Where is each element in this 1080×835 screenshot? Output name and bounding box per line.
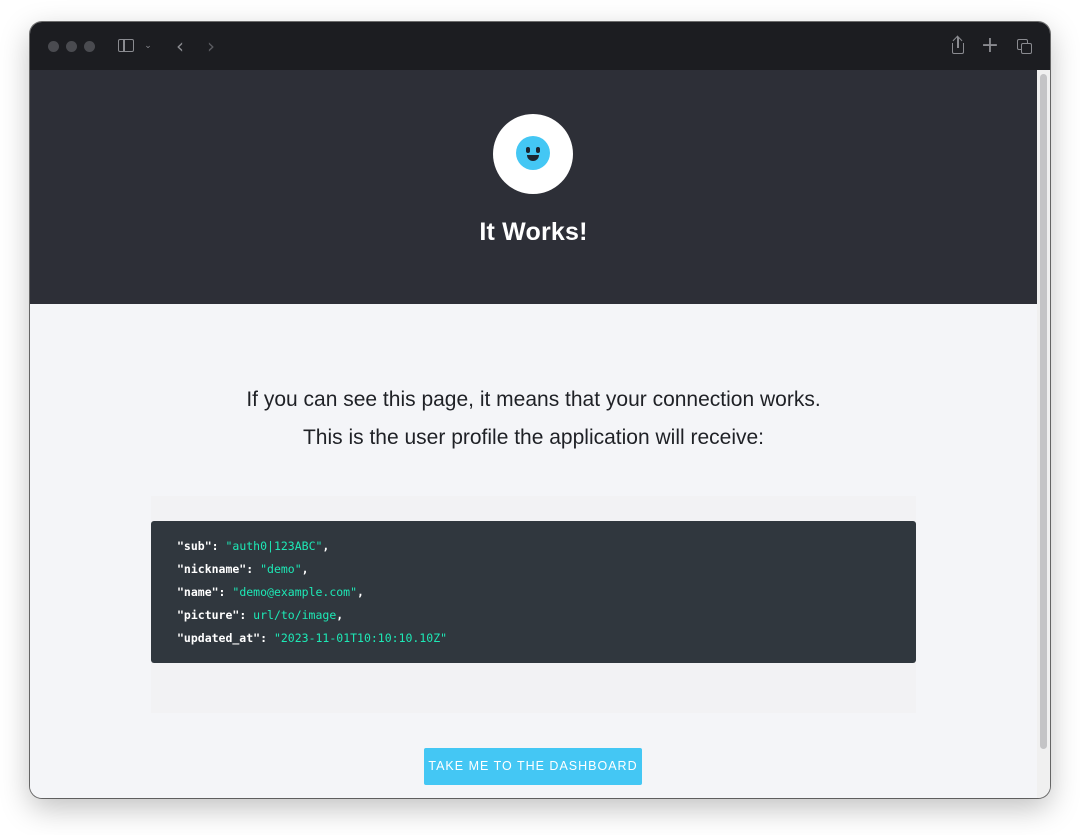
hero-header: It Works! [30,70,1037,304]
code-value: "demo@example.com" [232,585,358,599]
tabs-overview-icon[interactable] [1014,36,1034,56]
chevron-down-icon[interactable]: ⌄ [143,36,153,56]
code-key: "nickname" [177,562,247,576]
forward-icon[interactable]: › [203,36,219,56]
code-line: "picture": url/to/image, [177,608,344,622]
code-line: "updated_at": "2023-11-01T10:10:10.10Z" [177,631,448,645]
code-key: "picture" [177,608,240,622]
browser-toolbar: ⌄ ‹ › + [30,22,1050,70]
profile-code-block: "sub": "auth0|123ABC", "nickname": "demo… [151,521,916,663]
code-value: url/to/image [253,608,337,622]
code-value: "2023-11-01T10:10:10.10Z" [273,631,448,645]
minimize-window-button[interactable] [66,41,77,52]
back-icon[interactable]: ‹ [172,36,188,56]
zoom-window-button[interactable] [84,41,95,52]
share-icon[interactable] [948,35,968,56]
logo [493,114,573,194]
code-value: "auth0|123ABC" [225,539,323,553]
code-key: "sub" [177,539,212,553]
scrollbar[interactable] [1037,70,1050,798]
profile-panel: "sub": "auth0|123ABC", "nickname": "demo… [151,496,916,713]
code-key: "updated_at" [177,631,261,645]
code-key: "name" [177,585,219,599]
intro-text-line-2: This is the user profile the application… [302,426,765,449]
smiley-icon [516,136,550,170]
close-window-button[interactable] [48,41,59,52]
code-line: "name": "demo@example.com", [177,585,364,599]
sidebar-icon[interactable] [116,36,136,56]
dashboard-button[interactable]: TAKE ME TO THE DASHBOARD [424,748,642,785]
scrollbar-thumb[interactable] [1040,74,1047,749]
code-line: "nickname": "demo", [177,562,309,576]
new-tab-icon[interactable]: + [980,35,1000,57]
page-title: It Works! [479,218,588,246]
browser-window: ⌄ ‹ › + It Works! If you can see this pa… [30,22,1050,798]
code-value: "demo" [260,562,302,576]
main-content: If you can see this page, it means that … [30,304,1037,798]
page-viewport: It Works! If you can see this page, it m… [30,70,1050,798]
code-line: "sub": "auth0|123ABC", [177,539,330,553]
intro-text-line-1: If you can see this page, it means that … [246,388,821,411]
